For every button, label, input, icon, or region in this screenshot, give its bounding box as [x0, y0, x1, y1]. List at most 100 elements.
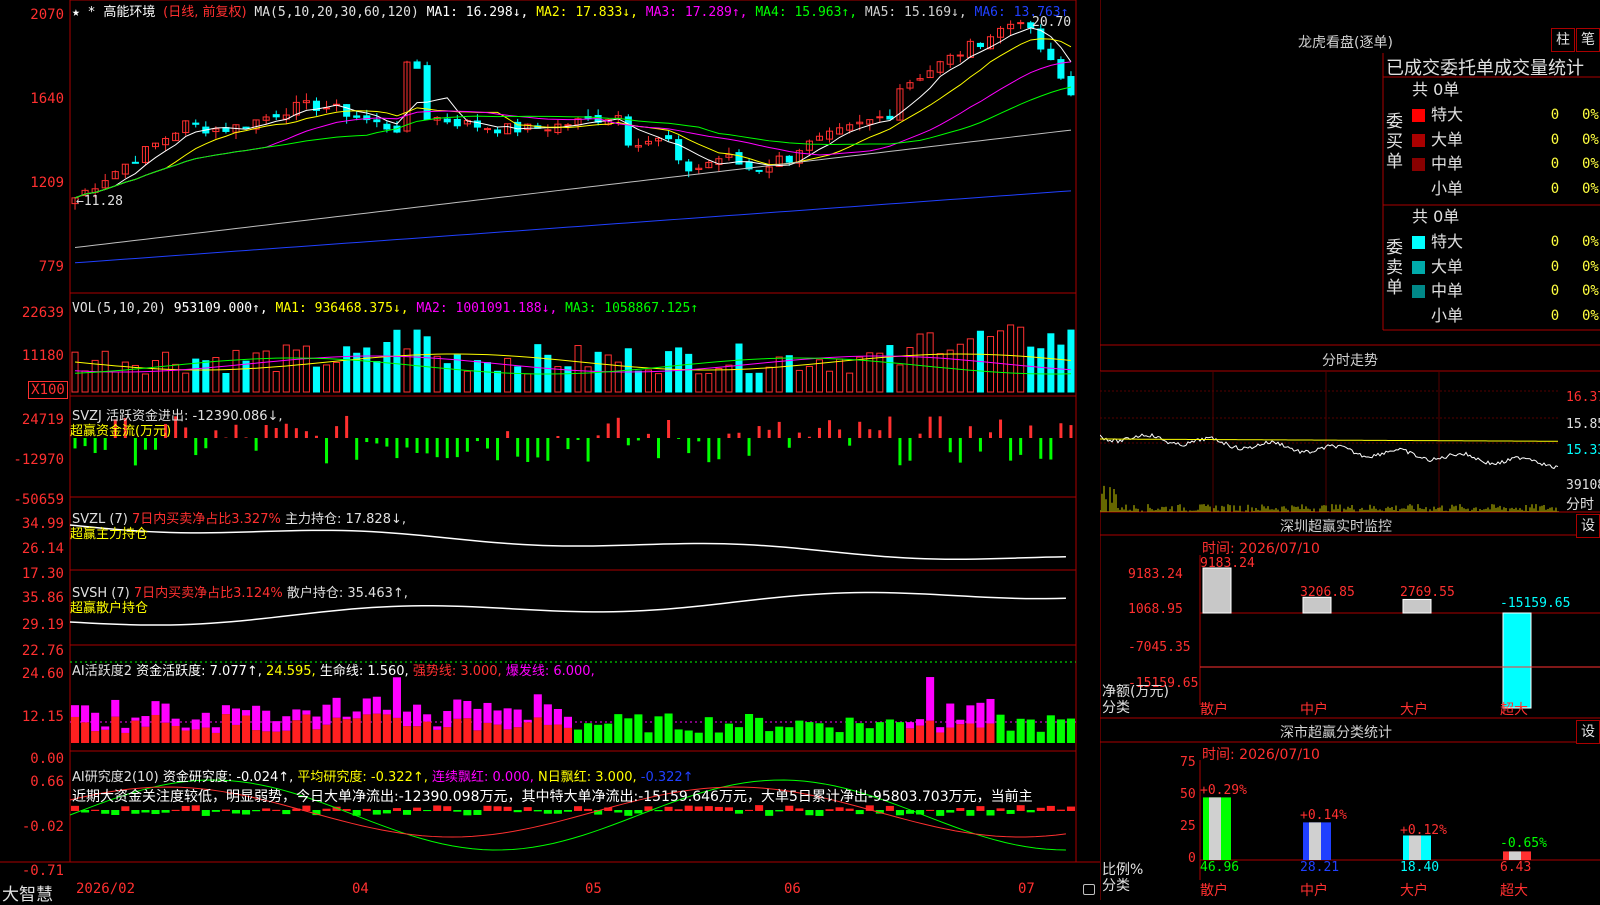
svzj-bar	[587, 438, 590, 462]
volume-bar	[716, 369, 722, 392]
ai2-bar	[373, 810, 381, 815]
ai2-bar	[554, 810, 562, 814]
favorite-star-icon[interactable]: ★ *	[72, 5, 95, 20]
ai1-bar-top	[363, 698, 371, 714]
stat-tick: 25	[1180, 819, 1196, 834]
ai1-bar	[534, 717, 542, 743]
ai1-bar	[1017, 719, 1025, 743]
svzj-bar	[1069, 425, 1072, 438]
ai1-value: 资金活跃度: 7.077↑,	[136, 664, 262, 679]
buy-pct: 0%	[1582, 156, 1599, 172]
volume-bar	[82, 371, 88, 392]
monitor-settings-button[interactable]: 设	[1576, 514, 1600, 538]
ai2-bar	[111, 810, 119, 815]
volume-bar	[293, 350, 299, 392]
bar-mode-button[interactable]: 柱	[1551, 28, 1575, 52]
buy-color-swatch	[1412, 134, 1425, 147]
candle-body	[414, 62, 420, 68]
svzj-bar	[385, 438, 388, 447]
sell-count: 0	[1540, 283, 1570, 299]
svzj-subtitle: 超赢资金流(万元)	[70, 420, 171, 439]
svzl-line	[70, 525, 1066, 559]
ai1-bar	[252, 730, 260, 743]
stock-name[interactable]: 高能环境	[103, 5, 155, 20]
svzj-bar	[335, 426, 338, 438]
ai1-bar	[292, 720, 300, 743]
tick-mode-button[interactable]: 笔	[1576, 28, 1600, 52]
intraday-chart[interactable]	[1100, 371, 1570, 512]
intraday-price-hi: 16.37	[1566, 390, 1600, 405]
svzj-bar	[828, 420, 831, 438]
vol-unit-badge[interactable]: X100	[28, 381, 68, 399]
order-type: 特大	[1431, 232, 1463, 251]
ai2-bar	[393, 808, 401, 811]
svzj-bar	[687, 438, 690, 453]
ai1-bar	[473, 730, 481, 743]
sell-pct: 0%	[1582, 283, 1599, 299]
volume-bar	[505, 358, 511, 392]
lhb-tabs[interactable]: 已成交委托单成交量统计	[1386, 54, 1584, 80]
svzj-bar	[778, 422, 781, 438]
volume-bar	[666, 352, 672, 392]
candle-body	[374, 120, 380, 122]
ai2-bar	[997, 808, 1005, 811]
svzj-bar	[506, 431, 509, 438]
volume-bar	[857, 357, 863, 392]
buy-pct: 0%	[1582, 132, 1599, 148]
ai1-bar-top	[162, 704, 170, 723]
stat-chart[interactable]	[1100, 760, 1600, 900]
ai1-bar	[564, 728, 572, 743]
ai2-bar	[634, 810, 642, 813]
monitor-tick: -7045.35	[1128, 640, 1191, 655]
volume-bar	[142, 374, 148, 392]
stat-change: -0.65%	[1500, 836, 1547, 851]
sell-row: 小单	[1412, 304, 1463, 328]
ai2-bar	[765, 810, 773, 816]
ai2-bar	[514, 810, 522, 812]
volume-bar	[1048, 334, 1054, 392]
volume-bar	[414, 330, 420, 392]
svzj-bar	[999, 420, 1002, 438]
kline-chart-area[interactable]	[0, 0, 1100, 900]
vol-ma1: MA1: 936468.375↓,	[276, 301, 409, 316]
svzj-bar	[345, 416, 348, 438]
vol-value: 953109.000↑,	[174, 301, 268, 316]
buy-row: 中单	[1412, 152, 1463, 176]
ai2-bar	[151, 810, 159, 814]
svzl-subtitle: 超赢主力持仓	[70, 523, 148, 542]
ai2-bar	[896, 810, 904, 815]
ai1-bar-top	[232, 708, 240, 724]
volume-bar	[213, 358, 219, 392]
ai1-bar	[463, 718, 471, 743]
ai2-bar	[282, 810, 290, 814]
lock-icon[interactable]	[1083, 884, 1095, 895]
ai-activity-bars	[71, 677, 1075, 743]
ai1-bar-top	[403, 712, 411, 726]
buy-row: 大单	[1412, 128, 1463, 152]
ai2-bar	[262, 808, 270, 811]
stat-settings-button[interactable]: 设	[1576, 720, 1600, 744]
volume-bar	[615, 362, 621, 392]
ai1-bar	[222, 714, 230, 743]
volume-bar	[163, 352, 169, 392]
monitor-title: 深圳超赢实时监控	[1280, 516, 1392, 536]
volume-bar	[706, 373, 712, 392]
svzj-bar	[556, 436, 559, 438]
period-label[interactable]: (日线, 前复权)	[163, 5, 246, 20]
ai1-bar	[514, 727, 522, 743]
ai2-bar	[1007, 810, 1015, 814]
svzl-tick: 17.30	[0, 566, 64, 582]
svsh-value: 散户持仓: 35.463↑,	[287, 586, 408, 601]
volume-bar	[334, 362, 340, 392]
volume-bar	[233, 350, 239, 392]
ai2-bar	[846, 809, 854, 811]
ai2-bar	[986, 810, 994, 816]
volume-bar	[92, 360, 98, 392]
sell-row: 大单	[1412, 255, 1463, 279]
ai1-bar	[504, 729, 512, 743]
svzj-bar	[848, 438, 851, 446]
volume-bar	[344, 347, 350, 392]
ai2-bar	[695, 806, 703, 811]
ai1-bar	[544, 725, 552, 743]
ai1-bar	[624, 718, 632, 743]
